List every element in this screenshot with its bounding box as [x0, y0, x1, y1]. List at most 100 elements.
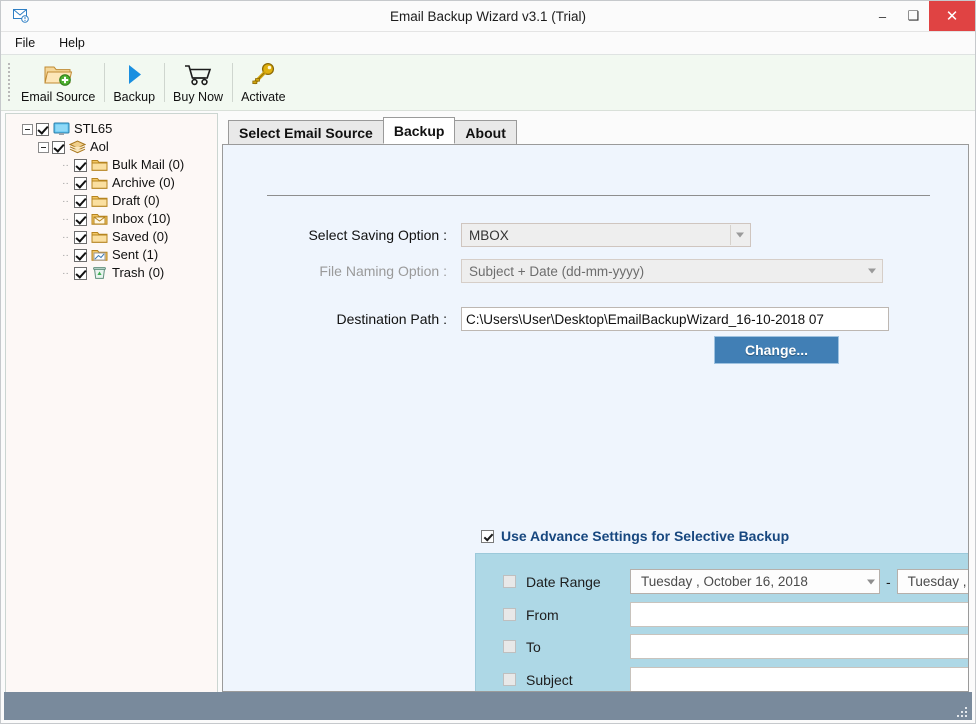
tree-node-bulk-mail[interactable]: ·· Bulk Mail (0)	[12, 156, 217, 174]
tree-checkbox[interactable]	[74, 212, 87, 226]
tree-label: Saved (0)	[112, 229, 169, 244]
maximize-button[interactable]: ❑	[898, 1, 929, 31]
tree-node-stl65[interactable]: STL65	[12, 120, 217, 138]
tree-connector: ··	[62, 213, 69, 225]
trash-icon	[90, 266, 108, 281]
to-checkbox[interactable]	[503, 640, 516, 653]
tree-checkbox[interactable]	[74, 194, 87, 208]
application-window: Email Backup Wizard v3.1 (Trial) – ❑ ✕ F…	[0, 0, 976, 724]
folder-icon	[90, 194, 108, 209]
tree-label: STL65	[74, 121, 113, 136]
email-source-tree-panel: STL65 Aol ·· Bulk Mail (0) ·· Archive (0…	[5, 113, 218, 692]
destination-path-label: Destination Path :	[336, 311, 447, 327]
tab-backup[interactable]: Backup	[382, 117, 456, 144]
tree-checkbox[interactable]	[74, 230, 87, 244]
tree-node-sent[interactable]: ·· Sent (1)	[12, 246, 217, 264]
date-range-separator: -	[886, 573, 891, 590]
section-divider	[267, 195, 930, 196]
destination-path-input[interactable]: C:\Users\User\Desktop\EmailBackupWizard_…	[461, 307, 889, 331]
tree-checkbox[interactable]	[74, 266, 87, 280]
date-range-checkbox[interactable]	[503, 575, 516, 588]
tab-about[interactable]: About	[454, 120, 517, 144]
tree-checkbox[interactable]	[36, 122, 49, 136]
toolbar-button-activate[interactable]: Activate	[232, 55, 294, 110]
tree-connector: ··	[62, 195, 69, 207]
date-range-row: Date Range Tuesday , October 16, 2018 - …	[503, 569, 968, 594]
collapse-icon[interactable]	[38, 141, 49, 153]
advance-settings-checkbox[interactable]	[481, 529, 494, 543]
tree-node-draft[interactable]: ·· Draft (0)	[12, 192, 217, 210]
tree-label: Draft (0)	[112, 193, 160, 208]
toolbar-button-email-source[interactable]: Email Source	[12, 55, 104, 110]
inbox-icon	[90, 212, 108, 227]
minimize-button[interactable]: –	[867, 1, 898, 31]
tree-connector: ··	[62, 177, 69, 189]
folder-add-icon	[43, 61, 73, 89]
saving-option-value: MBOX	[469, 227, 509, 243]
tree-connector: ··	[62, 159, 69, 171]
right-pane: Select Email Source Backup About Select …	[218, 111, 975, 692]
play-icon	[123, 61, 145, 89]
subject-input[interactable]	[630, 667, 968, 691]
toolbar-button-backup[interactable]: Backup	[104, 55, 164, 110]
date-from-value: Tuesday , October 16, 2018	[641, 574, 808, 589]
toolbar-label-activate: Activate	[241, 89, 286, 104]
tree-checkbox[interactable]	[74, 176, 87, 190]
tree-connector: ··	[62, 231, 69, 243]
date-to-value: Tuesday , October 16, 2018	[907, 574, 968, 589]
toolbar-label-email-source: Email Source	[21, 89, 96, 104]
menu-bar: File Help	[1, 31, 975, 55]
destination-path-row: Destination Path : C:\Users\User\Desktop…	[267, 307, 967, 331]
tree-node-saved[interactable]: ·· Saved (0)	[12, 228, 217, 246]
from-label: From	[526, 606, 559, 623]
saving-option-label: Select Saving Option :	[308, 227, 447, 243]
toolbar-label-backup: Backup	[113, 89, 156, 104]
saving-option-select[interactable]: MBOX	[461, 223, 751, 247]
date-to-picker[interactable]: Tuesday , October 16, 2018	[896, 569, 968, 594]
tree-node-aol[interactable]: Aol	[12, 138, 217, 156]
tab-strip: Select Email Source Backup About	[222, 117, 969, 144]
tree-node-trash[interactable]: ·· Trash (0)	[12, 264, 217, 282]
advance-settings-checkbox-row[interactable]: Use Advance Settings for Selective Backu…	[481, 528, 789, 544]
folder-icon	[90, 158, 108, 173]
sent-icon	[90, 248, 108, 263]
menu-item-file[interactable]: File	[15, 34, 47, 52]
tree-label: Trash (0)	[112, 265, 165, 280]
key-icon	[249, 61, 277, 89]
file-naming-row: File Naming Option : Subject + Date (dd-…	[267, 259, 957, 283]
close-button[interactable]: ✕	[929, 1, 975, 31]
tree-checkbox[interactable]	[74, 248, 87, 262]
collapse-icon[interactable]	[22, 123, 33, 135]
chevron-down-icon	[867, 579, 875, 584]
subject-checkbox[interactable]	[503, 673, 516, 686]
toolbar: Email Source Backup Buy Now Activate	[1, 55, 975, 111]
resize-gripper-icon[interactable]	[954, 704, 967, 717]
email-source-tree: STL65 Aol ·· Bulk Mail (0) ·· Archive (0…	[6, 114, 217, 282]
to-input[interactable]	[630, 634, 968, 659]
toolbar-button-buy-now[interactable]: Buy Now	[164, 55, 232, 110]
tree-node-inbox[interactable]: ·· Inbox (10)	[12, 210, 217, 228]
window-title: Email Backup Wizard v3.1 (Trial)	[389, 8, 587, 24]
status-bar	[4, 692, 972, 720]
folder-icon	[90, 230, 108, 245]
from-checkbox[interactable]	[503, 608, 516, 621]
tree-node-archive[interactable]: ·· Archive (0)	[12, 174, 217, 192]
date-from-picker[interactable]: Tuesday , October 16, 2018	[630, 569, 880, 594]
file-naming-label: File Naming Option :	[319, 263, 447, 279]
from-input[interactable]	[630, 602, 968, 627]
tree-checkbox[interactable]	[74, 158, 87, 172]
toolbar-label-buy-now: Buy Now	[173, 89, 224, 104]
tree-label: Sent (1)	[112, 247, 159, 262]
subject-label: Subject	[526, 671, 573, 688]
tree-label: Archive (0)	[112, 175, 175, 190]
change-path-button[interactable]: Change...	[714, 336, 839, 364]
menu-item-help[interactable]: Help	[59, 34, 97, 52]
backup-tab-panel: Select Saving Option : MBOX File Naming …	[222, 144, 969, 692]
tab-select-email-source[interactable]: Select Email Source	[228, 120, 384, 144]
toolbar-grip[interactable]	[5, 55, 12, 110]
tree-checkbox[interactable]	[52, 140, 65, 154]
file-naming-select[interactable]: Subject + Date (dd-mm-yyyy)	[461, 259, 883, 283]
title-bar: Email Backup Wizard v3.1 (Trial) – ❑ ✕	[1, 1, 975, 31]
chevron-down-icon	[736, 232, 744, 238]
tree-label: Inbox (10)	[112, 211, 171, 226]
